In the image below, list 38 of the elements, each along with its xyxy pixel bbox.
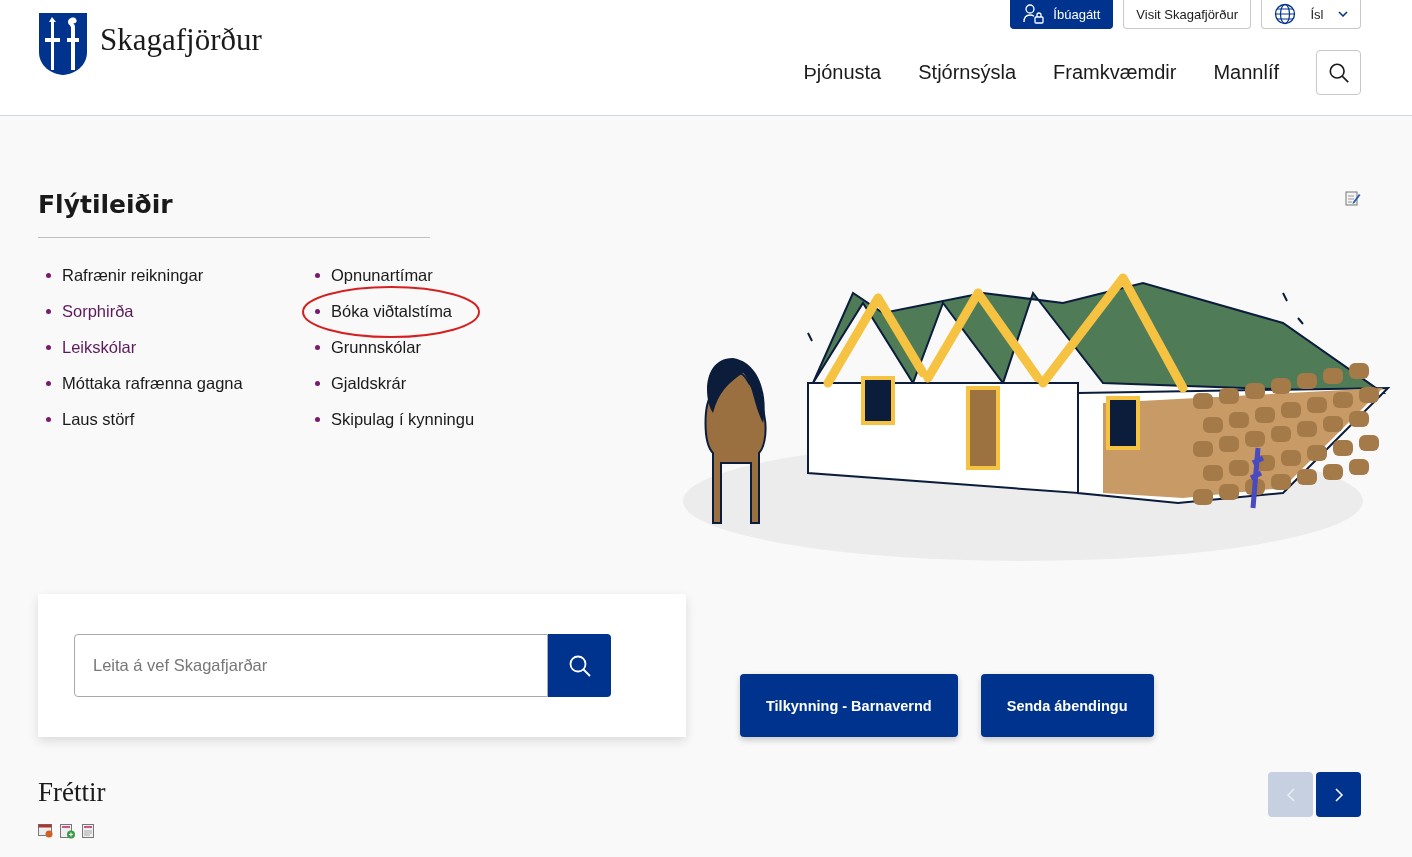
quick-link[interactable]: Opnunartímar <box>315 266 576 285</box>
quick-link[interactable]: Rafrænir reikningar <box>46 266 307 285</box>
site-logo-text[interactable]: Skagafjörður <box>100 22 262 58</box>
quick-link[interactable]: Gjaldskrár <box>315 374 576 393</box>
visit-site-button[interactable]: Visit Skagafjörður <box>1123 0 1251 29</box>
chevron-right-icon <box>1332 785 1345 804</box>
language-selector[interactable]: Ísl <box>1261 0 1361 29</box>
quick-link[interactable]: Leikskólar <box>46 338 307 357</box>
search-button[interactable] <box>1316 50 1361 95</box>
add-page-icon[interactable] <box>60 824 76 839</box>
action-button[interactable]: Tilkynning - Barnavernd <box>740 674 958 737</box>
globe-icon <box>1274 3 1296 25</box>
edit-icon[interactable] <box>1345 190 1361 206</box>
user-lock-icon <box>1023 4 1046 24</box>
nav-link[interactable]: Stjórnsýsla <box>918 61 1017 84</box>
coat-of-arms-icon <box>38 12 88 76</box>
calendar-edit-icon[interactable] <box>38 824 54 838</box>
quick-link[interactable]: Grunnskólar <box>315 338 576 357</box>
quick-link[interactable]: Móttaka rafrænna gagna <box>46 374 307 393</box>
nav-link[interactable]: Mannlíf <box>1213 61 1279 84</box>
resident-portal-button[interactable]: Íbúagátt <box>1010 0 1114 29</box>
quick-link[interactable]: Sorphirða <box>46 302 307 321</box>
nav-link[interactable]: Framkvæmdir <box>1053 61 1177 84</box>
quick-link[interactable]: Laus störf <box>46 410 307 429</box>
page-icon[interactable] <box>82 824 94 839</box>
search-submit-button[interactable] <box>548 634 611 697</box>
next-button[interactable] <box>1316 772 1361 817</box>
search-field[interactable]: Leita á vef Skagafjarðar <box>74 634 548 697</box>
section-heading: Flýtileiðir <box>38 190 430 238</box>
news-heading: Fréttir <box>38 777 106 808</box>
search-icon <box>1327 61 1350 84</box>
nav-link[interactable]: Þjónusta <box>803 61 882 84</box>
action-button[interactable]: Senda ábendingu <box>980 674 1154 737</box>
quick-link[interactable]: Skipulag í kynningu <box>315 410 576 429</box>
chevron-down-icon <box>1338 11 1348 17</box>
chevron-left-icon <box>1284 785 1297 804</box>
quick-link[interactable]: Bóka viðtalstíma <box>315 302 576 321</box>
search-icon <box>567 653 592 678</box>
